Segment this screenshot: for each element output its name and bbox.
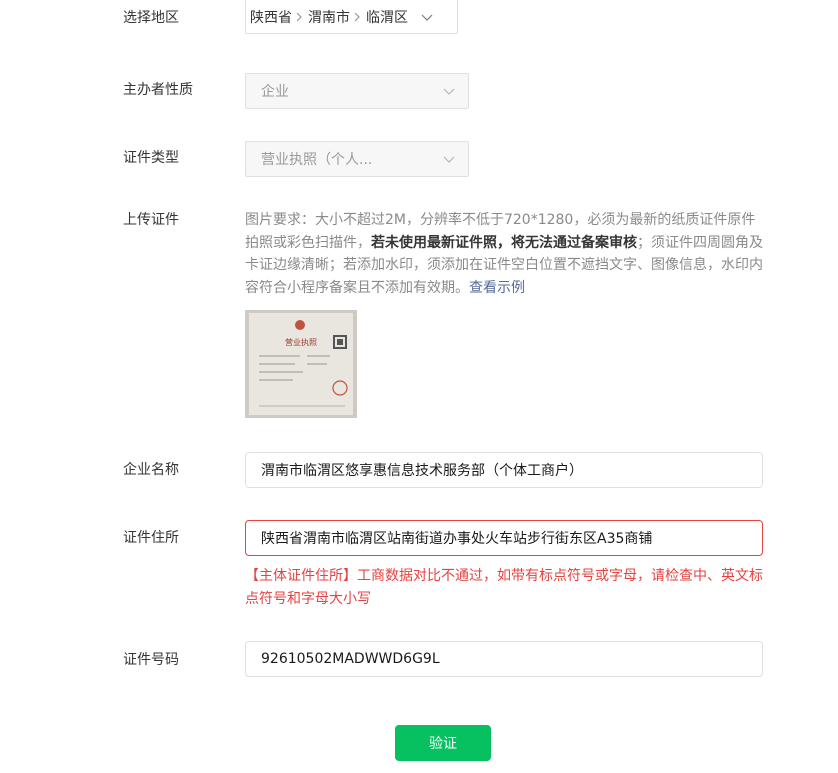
chevron-right-icon	[293, 11, 305, 23]
company-name-label: 企业名称	[123, 462, 179, 478]
cert-number-input[interactable]: 92610502MADWWD6G9L	[245, 641, 763, 677]
chevron-right-icon	[351, 11, 363, 23]
upload-requirements: 图片要求：大小不超过2M，分辨率不低于720*1280，必须为最新的纸质证件原件…	[245, 209, 767, 299]
cert-number-label: 证件号码	[123, 652, 179, 668]
province-value[interactable]: 陕西省	[250, 7, 292, 27]
upload-requirements-warning: 若未使用最新证件照，将无法通过备案审核	[371, 234, 637, 251]
region-label: 选择地区	[123, 10, 179, 26]
upload-label: 上传证件	[123, 212, 179, 228]
city-value[interactable]: 渭南市	[308, 7, 350, 27]
license-title: 营业执照	[285, 337, 317, 347]
subject-nature-value: 企业	[261, 84, 289, 100]
company-name-input[interactable]: 渭南市临渭区悠享惠信息技术服务部（个体工商户）	[245, 452, 763, 488]
cert-type-value: 营业执照（个人...	[261, 152, 373, 168]
cert-address-input[interactable]: 陕西省渭南市临渭区站南街道办事处火车站步行街东区A35商铺	[245, 520, 763, 556]
cert-type-label: 证件类型	[123, 150, 179, 166]
cert-type-select[interactable]: 营业执照（个人...	[245, 141, 469, 177]
cert-address-label: 证件住所	[123, 530, 179, 546]
chevron-down-icon	[442, 84, 456, 98]
license-thumbnail[interactable]: 营业执照	[245, 310, 357, 418]
chevron-down-icon	[442, 152, 456, 166]
cert-address-error: 【主体证件住所】工商数据对比不通过，如带有标点符号或字母，请检查中、英文标点符号…	[245, 568, 763, 607]
view-example-link[interactable]: 查看示例	[469, 280, 525, 296]
district-value[interactable]: 临渭区	[366, 7, 408, 27]
verify-button[interactable]: 验证	[395, 725, 491, 761]
subject-nature-select[interactable]: 企业	[245, 73, 469, 109]
business-license-image: 营业执照	[245, 310, 357, 418]
chevron-down-icon	[420, 10, 434, 24]
subject-nature-label: 主办者性质	[123, 82, 193, 98]
region-select[interactable]: 陕西省 渭南市 临渭区	[245, 0, 458, 34]
